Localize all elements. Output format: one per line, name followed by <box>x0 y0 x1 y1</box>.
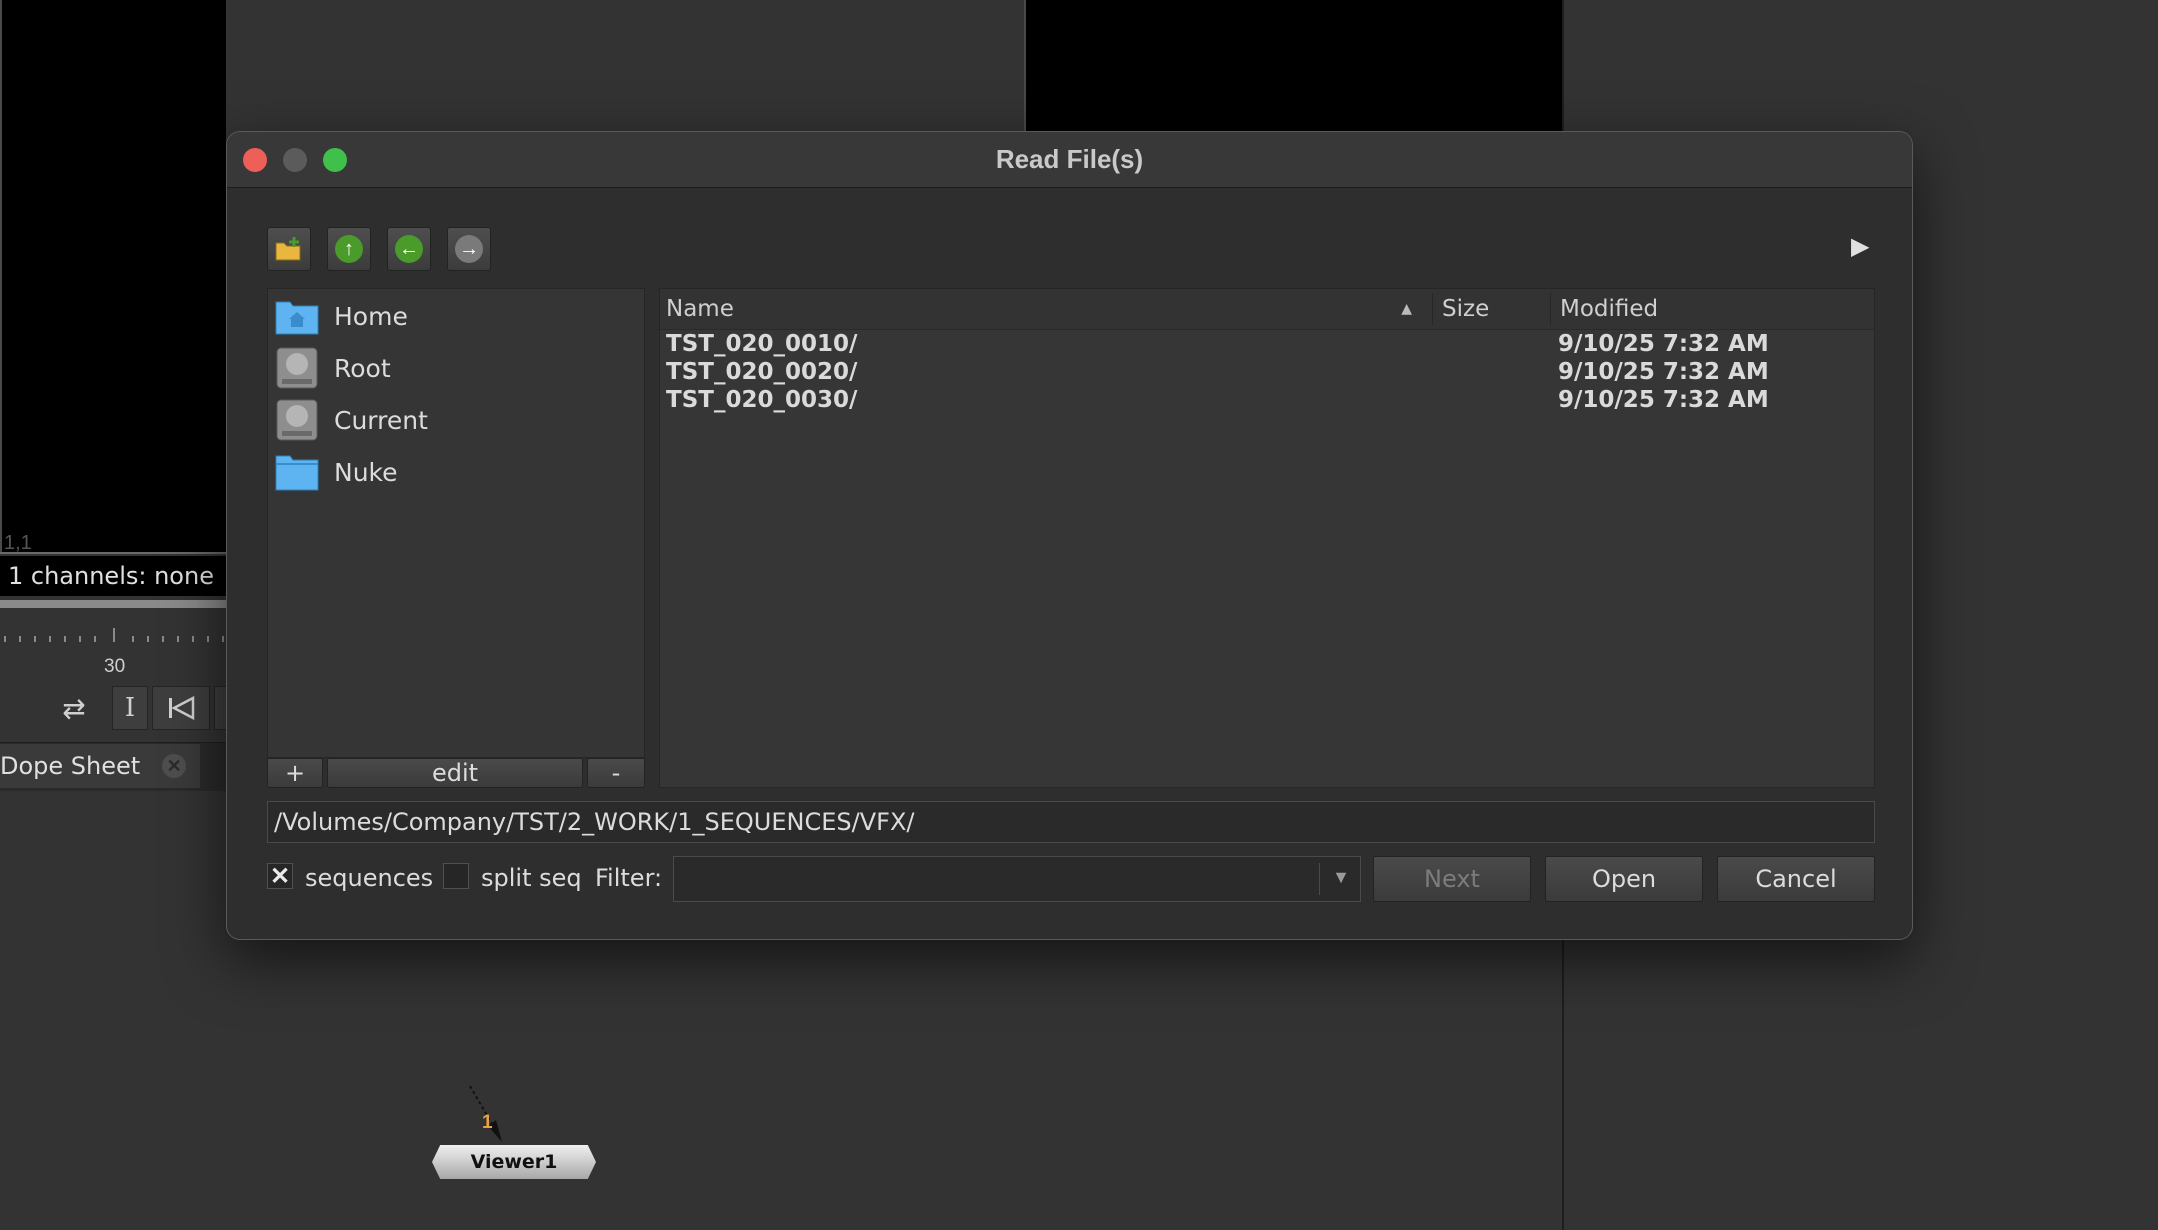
edit-favorite-button[interactable]: edit <box>327 758 583 788</box>
column-separator[interactable] <box>1550 293 1551 325</box>
favorite-current[interactable]: Current <box>274 397 428 443</box>
arrow-up-icon: ↑ <box>335 235 363 263</box>
file-modified: 9/10/25 7:32 AM <box>1558 331 1769 357</box>
loop-mode-icon[interactable]: ⇄ <box>54 690 94 726</box>
viewer-divider <box>1024 0 1026 131</box>
hard-drive-icon <box>274 399 320 441</box>
column-separator[interactable] <box>1432 293 1433 325</box>
viewer-coords: 1,1 <box>4 532 32 554</box>
arrow-left-icon: ← <box>395 235 423 263</box>
favorite-nuke-label: Nuke <box>334 457 398 487</box>
file-name: TST_020_0030/ <box>666 387 858 413</box>
column-size[interactable]: Size <box>1442 289 1552 329</box>
dialog-title: Read File(s) <box>995 144 1144 174</box>
sequences-label: sequences <box>305 864 434 892</box>
viewer-bottom-line <box>0 552 226 554</box>
tab-dope-sheet[interactable]: Dope Sheet ✕ <box>0 744 200 788</box>
chevron-down-icon[interactable]: ▼ <box>1332 867 1350 888</box>
open-button[interactable]: Open <box>1545 856 1703 902</box>
viewer-node[interactable]: Viewer1 <box>432 1145 596 1179</box>
column-name[interactable]: Name ▲ <box>666 289 1430 329</box>
skip-start-icon <box>169 696 195 720</box>
close-window-button[interactable] <box>243 148 267 172</box>
viewer-border-left <box>0 0 2 552</box>
favorite-root-label: Root <box>334 353 391 383</box>
next-button[interactable]: Next <box>1373 856 1531 902</box>
viewer-area-left <box>0 0 226 552</box>
split-seq-checkbox[interactable] <box>443 863 469 889</box>
close-tab-icon[interactable]: ✕ <box>162 754 187 778</box>
in-point-button[interactable]: I <box>112 686 148 730</box>
favorite-current-label: Current <box>334 405 428 435</box>
sort-ascending-icon: ▲ <box>1401 301 1412 317</box>
filter-label: Filter: <box>595 864 663 892</box>
path-input[interactable]: /Volumes/Company/TST/2_WORK/1_SEQUENCES/… <box>267 801 1875 843</box>
column-modified[interactable]: Modified <box>1560 289 1860 329</box>
file-row[interactable]: TST_020_0030/ 9/10/25 7:32 AM <box>666 387 1874 415</box>
cancel-button[interactable]: Cancel <box>1717 856 1875 902</box>
go-up-button[interactable]: ↑ <box>327 227 371 271</box>
file-row[interactable]: TST_020_0020/ 9/10/25 7:32 AM <box>666 359 1874 387</box>
new-folder-button[interactable] <box>267 227 311 271</box>
favorite-home-label: Home <box>334 301 408 331</box>
file-name: TST_020_0010/ <box>666 331 858 357</box>
tab-dope-sheet-label: Dope Sheet <box>0 752 141 780</box>
file-modified: 9/10/25 7:32 AM <box>1558 359 1769 385</box>
timeline-bar[interactable] <box>0 600 226 608</box>
file-modified: 9/10/25 7:32 AM <box>1558 387 1769 413</box>
viewer-input-number: 1 <box>482 1112 493 1133</box>
folder-icon <box>274 452 320 492</box>
path-input-value: /Volumes/Company/TST/2_WORK/1_SEQUENCES/… <box>274 808 915 836</box>
column-name-label: Name <box>666 296 734 322</box>
new-folder-icon <box>275 237 301 261</box>
viewer-area-right <box>1026 0 1562 131</box>
file-list-panel: Name ▲ Size Modified TST_020_0010/ 9/10/… <box>659 288 1875 788</box>
minimize-window-button[interactable] <box>283 148 307 172</box>
arrow-right-icon: → <box>455 235 483 263</box>
zoom-window-button[interactable] <box>323 148 347 172</box>
read-files-dialog: Read File(s) ↑ ← → ▶ Home Root Current N… <box>226 131 1913 940</box>
dropdown-separator <box>1319 863 1320 895</box>
dialog-titlebar[interactable]: Read File(s) <box>227 132 1912 188</box>
file-row[interactable]: TST_020_0010/ 9/10/25 7:32 AM <box>666 331 1874 359</box>
timeline-tick-label: 30 <box>104 656 126 677</box>
filter-dropdown[interactable]: ▼ <box>673 856 1361 902</box>
preview-toggle-icon[interactable]: ▶ <box>1851 232 1869 261</box>
favorites-panel: Home Root Current Nuke <box>267 288 645 758</box>
hard-drive-icon <box>274 347 320 389</box>
remove-favorite-button[interactable]: - <box>587 758 645 788</box>
go-back-button[interactable]: ← <box>387 227 431 271</box>
channels-label: 1 channels: none <box>8 562 214 590</box>
favorite-nuke[interactable]: Nuke <box>274 449 398 495</box>
playback-controls: ⇄ I <box>0 682 234 732</box>
sequences-checkbox[interactable]: ✕ <box>267 863 293 890</box>
home-folder-icon <box>274 296 320 336</box>
column-modified-label: Modified <box>1560 296 1659 322</box>
favorite-home[interactable]: Home <box>274 293 408 339</box>
split-seq-label: split seq <box>481 864 582 892</box>
file-name: TST_020_0020/ <box>666 359 858 385</box>
go-forward-button[interactable]: → <box>447 227 491 271</box>
add-favorite-button[interactable]: + <box>267 758 323 788</box>
skip-to-start-button[interactable] <box>152 686 210 730</box>
favorite-root[interactable]: Root <box>274 345 391 391</box>
timeline-ruler[interactable] <box>0 620 226 650</box>
column-size-label: Size <box>1442 296 1490 322</box>
